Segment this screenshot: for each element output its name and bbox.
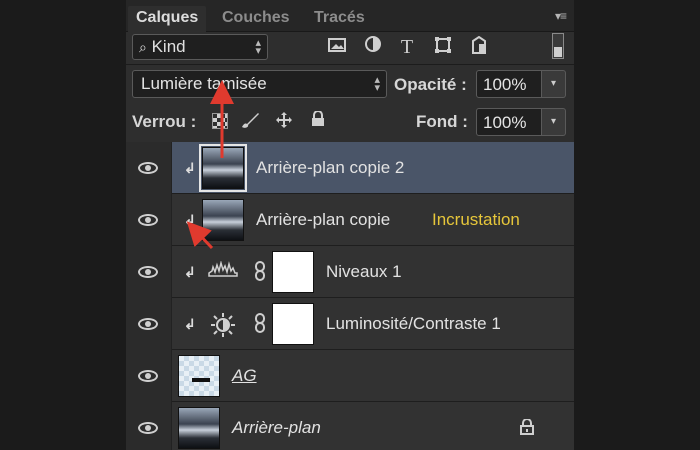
right-backdrop — [574, 0, 700, 450]
layer-name[interactable]: Arrière-plan — [232, 418, 321, 438]
layer-name[interactable]: AG — [232, 366, 257, 386]
layer-name[interactable]: Niveaux 1 — [326, 262, 402, 282]
clipping-mask-icon: ↲ — [184, 212, 196, 228]
fill-input[interactable]: 100% — [476, 108, 542, 136]
layer-row-arriere-plan[interactable]: Arrière-plan — [126, 402, 574, 450]
fill-label: Fond : — [416, 112, 468, 131]
blend-mode-select[interactable]: Lumière tamisée ▴ ▾ — [132, 70, 387, 98]
layer-mask-thumbnail[interactable] — [272, 303, 314, 345]
layer-name[interactable]: Arrière-plan copie — [256, 210, 390, 230]
visibility-toggle[interactable] — [126, 142, 172, 194]
visibility-toggle[interactable] — [126, 246, 172, 298]
eye-icon — [138, 214, 158, 226]
visibility-toggle[interactable] — [126, 298, 172, 350]
adjustment-filter-icon[interactable] — [362, 36, 384, 58]
eye-icon — [138, 162, 158, 174]
layer-row-niveaux-1[interactable]: ↲ Niveaux 1 — [126, 246, 574, 298]
eye-icon — [138, 266, 158, 278]
search-icon: ⌕ — [139, 39, 147, 55]
panel-menu-icon[interactable]: ▾≡ — [555, 9, 567, 23]
type-filter-icon[interactable]: T — [396, 36, 418, 58]
select-arrows-icon: ▴ ▾ — [255, 37, 261, 57]
tab-couches[interactable]: Couches — [214, 6, 298, 32]
select-arrows-icon: ▴ ▾ — [374, 74, 380, 94]
brightness-contrast-icon[interactable] — [208, 313, 238, 337]
layers-list: ↲ Arrière-plan copie 2 ↲ Arrière-plan co… — [126, 142, 574, 450]
blend-mode-annotation: Incrustation — [432, 210, 520, 229]
layer-mask-thumbnail[interactable] — [272, 251, 314, 293]
layer-lock-icon — [520, 418, 534, 438]
opacity-input[interactable]: 100% — [476, 70, 542, 98]
visibility-toggle[interactable] — [126, 402, 172, 450]
smart-object-filter-icon[interactable] — [468, 35, 490, 58]
layer-row-arriere-plan-copie[interactable]: ↲ Arrière-plan copie Incrustation — [126, 194, 574, 246]
left-backdrop — [0, 0, 126, 450]
tab-calques[interactable]: Calques — [128, 6, 207, 32]
visibility-toggle[interactable] — [126, 194, 172, 246]
opacity-dropdown-icon[interactable]: ▾ — [542, 70, 566, 98]
link-chain-icon[interactable] — [254, 261, 266, 286]
clipping-mask-icon: ↲ — [184, 160, 196, 176]
layer-row-luminosite-contraste-1[interactable]: ↲ Luminosité/Contraste 1 — [126, 298, 574, 350]
filter-kind-select[interactable]: ⌕ Kind ▴ ▾ — [132, 34, 268, 60]
lock-image-pixels-icon[interactable] — [240, 111, 260, 131]
eye-icon — [138, 370, 158, 382]
levels-icon[interactable] — [208, 260, 238, 283]
filter-toggle-switch[interactable] — [552, 33, 564, 59]
filter-kind-label: Kind — [151, 37, 186, 56]
layer-thumbnail[interactable] — [178, 407, 220, 449]
layers-panel: Calques Couches Tracés ▾≡ ⌕ Kind ▴ ▾ T Lu… — [126, 0, 574, 450]
link-chain-icon[interactable] — [254, 313, 266, 338]
layer-thumbnail[interactable] — [202, 199, 244, 241]
tab-traces[interactable]: Tracés — [306, 6, 373, 32]
lock-all-icon[interactable] — [308, 110, 328, 131]
blend-mode-value: Lumière tamisée — [141, 74, 267, 93]
layer-row-arriere-plan-copie-2[interactable]: ↲ Arrière-plan copie 2 — [126, 142, 574, 194]
panel-tab-bar: Calques Couches Tracés ▾≡ — [126, 0, 574, 32]
clipping-mask-icon: ↲ — [184, 316, 196, 332]
clipping-mask-icon: ↲ — [184, 264, 196, 280]
opacity-label: Opacité : — [394, 75, 467, 94]
lock-transparent-pixels-icon[interactable] — [212, 113, 228, 129]
divider — [126, 64, 574, 65]
shape-filter-icon[interactable] — [432, 36, 454, 58]
eye-icon — [138, 318, 158, 330]
image-filter-icon[interactable] — [326, 36, 348, 58]
layer-thumbnail[interactable] — [178, 355, 220, 397]
eye-icon — [138, 422, 158, 434]
visibility-toggle[interactable] — [126, 350, 172, 402]
lock-label: Verrou : — [132, 112, 197, 131]
layer-name[interactable]: Luminosité/Contraste 1 — [326, 314, 501, 334]
fill-dropdown-icon[interactable]: ▾ — [542, 108, 566, 136]
layer-thumbnail[interactable] — [199, 144, 247, 192]
layer-row-ag[interactable]: AG — [126, 350, 574, 402]
layer-name[interactable]: Arrière-plan copie 2 — [256, 158, 404, 178]
lock-position-icon[interactable] — [274, 111, 294, 131]
